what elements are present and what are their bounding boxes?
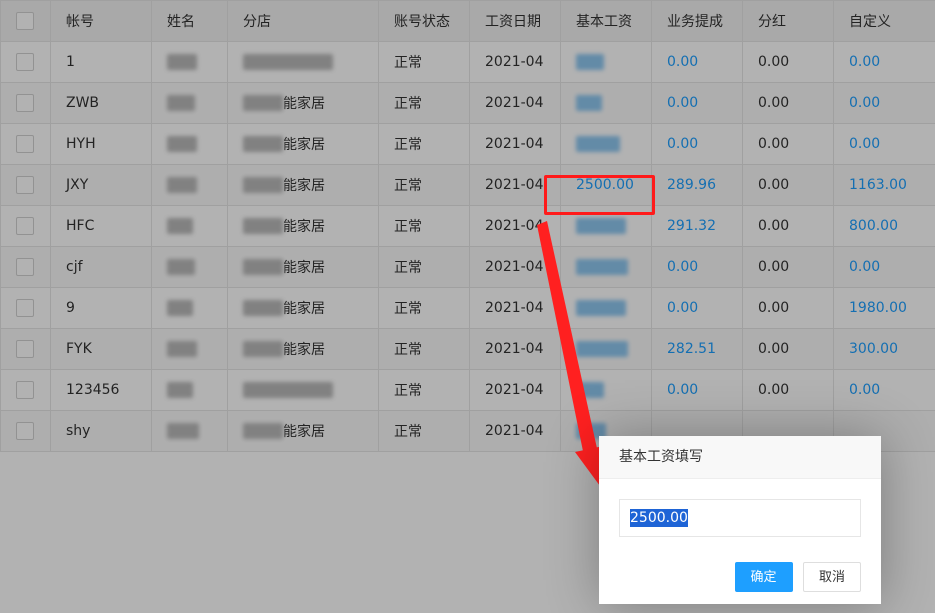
confirm-button[interactable]: 确定	[734, 562, 793, 592]
base-salary-input[interactable]: 2500.00	[619, 499, 861, 537]
cancel-button[interactable]: 取消	[802, 562, 861, 592]
base-salary-dialog: 基本工资填写 2500.00 确定 取消	[599, 436, 881, 604]
selected-input-text[interactable]: 2500.00	[630, 509, 688, 527]
dialog-title: 基本工资填写	[599, 436, 881, 479]
